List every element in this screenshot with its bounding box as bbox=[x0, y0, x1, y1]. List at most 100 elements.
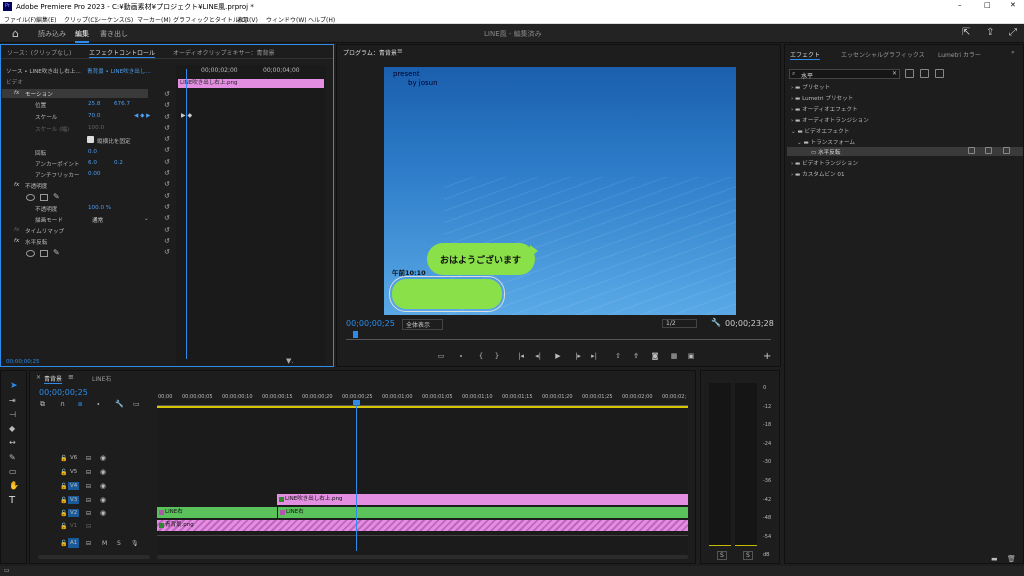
mark-out-icon[interactable]: } bbox=[493, 352, 501, 360]
solo-button[interactable]: S bbox=[117, 540, 121, 547]
eye-icon[interactable]: ◉ bbox=[100, 482, 106, 490]
prop-hflip[interactable]: 水平反転 bbox=[25, 238, 47, 248]
go-to-out-icon[interactable]: ▸| bbox=[590, 352, 598, 360]
step-back-icon[interactable]: ◂| bbox=[534, 352, 542, 360]
tab-sequence-blue[interactable]: 青背景 bbox=[44, 374, 63, 384]
sync-icon[interactable]: ⊟ bbox=[86, 497, 91, 504]
menu-marker[interactable]: マーカー(M) bbox=[137, 15, 171, 24]
track-area[interactable] bbox=[157, 408, 688, 554]
scrubber-playhead[interactable] bbox=[353, 331, 358, 338]
tab-source[interactable]: ソース：(クリップなし) bbox=[7, 48, 71, 57]
add-button[interactable]: + bbox=[763, 351, 771, 362]
lift-icon[interactable]: ⇧ bbox=[614, 352, 622, 360]
track-label-v4[interactable]: V4 bbox=[68, 482, 80, 490]
track-label-v1[interactable]: V1 bbox=[70, 523, 77, 529]
fullscreen-icon[interactable]: ⤢ bbox=[1009, 27, 1017, 38]
camera-icon[interactable]: ◙ bbox=[651, 352, 659, 360]
reset-icon[interactable]: ↺ bbox=[164, 134, 174, 145]
mute-button[interactable]: M bbox=[102, 540, 107, 547]
tree-custom-bin[interactable]: › ▬ カスタムビン 01 bbox=[791, 170, 845, 180]
home-icon[interactable]: ⌂ bbox=[12, 27, 19, 40]
vertical-zoom[interactable] bbox=[38, 555, 150, 559]
minimize-button[interactable]: – bbox=[958, 1, 962, 9]
eye-icon[interactable]: ◉ bbox=[100, 509, 106, 517]
clip-v3-line-bubble[interactable]: LINE吹き出し右上.png bbox=[277, 494, 688, 505]
position-y-value[interactable]: 676.7 bbox=[114, 101, 130, 111]
tree-presets[interactable]: › ▬ プリセット bbox=[791, 83, 830, 93]
hflip-pen-icon[interactable]: ✎ bbox=[53, 248, 60, 257]
lock-icon[interactable]: 🔓 bbox=[60, 523, 67, 530]
reset-icon[interactable]: ↺ bbox=[164, 168, 174, 179]
selected-bubble[interactable] bbox=[389, 276, 505, 312]
antiflicker-value[interactable]: 0.00 bbox=[88, 171, 100, 181]
play-icon[interactable]: ▶ bbox=[554, 352, 562, 360]
ec-timecode[interactable]: 00;00;00;25 bbox=[6, 359, 40, 365]
reset-icon[interactable]: ↺ bbox=[164, 247, 174, 258]
keyframe-nav-icon[interactable]: ◀ ◆ ▶ bbox=[134, 113, 150, 123]
reset-icon[interactable]: ↺ bbox=[164, 236, 174, 247]
track-select-tool-icon[interactable]: ⇥ bbox=[9, 396, 16, 405]
blend-mode-select[interactable]: 通常 bbox=[92, 216, 103, 226]
track-label-v6[interactable]: V6 bbox=[70, 455, 77, 461]
tree-hflip[interactable]: ▭ 水平反転 bbox=[811, 148, 840, 158]
reset-icon[interactable]: ↺ bbox=[164, 89, 174, 100]
close-sequence-icon[interactable]: ✕ bbox=[36, 374, 41, 381]
track-label-v2[interactable]: V2 bbox=[68, 509, 80, 517]
extract-icon[interactable]: ⇮ bbox=[632, 352, 640, 360]
track-label-v5[interactable]: V5 bbox=[70, 469, 77, 475]
pen-mask-icon[interactable]: ✎ bbox=[53, 192, 60, 201]
uniform-scale-checkbox[interactable] bbox=[87, 136, 94, 143]
vr-icon[interactable]: ▣ bbox=[687, 352, 695, 360]
menu-edit[interactable]: 編集(E) bbox=[36, 15, 56, 24]
quality-select[interactable]: 1/2 bbox=[662, 319, 697, 328]
lock-icon[interactable]: 🔓 bbox=[60, 483, 67, 490]
32bit-effects-icon[interactable] bbox=[920, 69, 929, 78]
prop-motion[interactable]: モーション bbox=[25, 90, 53, 100]
fit-select[interactable]: 全体表示 bbox=[402, 319, 444, 330]
timeline-timecode[interactable]: 00;00;00;25 bbox=[39, 388, 88, 397]
timeline-playhead[interactable] bbox=[356, 401, 357, 551]
rotation-value[interactable]: 0.0 bbox=[88, 149, 97, 159]
add-marker-icon[interactable]: ⬩ bbox=[97, 400, 100, 409]
close-button[interactable]: ✕ bbox=[1010, 1, 1016, 9]
clear-search-icon[interactable]: ✕ bbox=[892, 70, 897, 77]
reset-icon[interactable]: ↺ bbox=[164, 202, 174, 213]
clip-v2-line-right-b[interactable]: LINE右 bbox=[278, 507, 688, 518]
lock-icon[interactable]: 🔓 bbox=[60, 540, 67, 547]
yuv-effects-icon[interactable] bbox=[935, 69, 944, 78]
reset-icon[interactable]: ↺ bbox=[164, 225, 174, 236]
ellipse-mask-icon[interactable] bbox=[26, 194, 35, 201]
tree-video-effects[interactable]: ⌄ ▬ ビデオエフェクト bbox=[791, 127, 849, 137]
tab-lumetri-color[interactable]: Lumetri カラー bbox=[938, 50, 981, 59]
reset-icon[interactable]: ↺ bbox=[164, 123, 174, 134]
delete-icon[interactable]: 🗑 bbox=[1007, 555, 1016, 563]
effects-search[interactable]: ⌕ 水平 ✕ bbox=[789, 69, 900, 80]
opacity-value[interactable]: 100.0 % bbox=[88, 205, 111, 215]
accelerated-effects-icon[interactable] bbox=[905, 69, 914, 78]
timeline-wrench-icon[interactable]: 🔧 bbox=[115, 400, 124, 408]
tab-effects[interactable]: エフェクト bbox=[790, 50, 821, 60]
search-input[interactable]: 水平 bbox=[801, 71, 813, 80]
panel-menu-icon[interactable]: ≡ bbox=[397, 47, 403, 55]
tree-audio-transitions[interactable]: › ▬ オーディオトランジション bbox=[791, 116, 869, 126]
pen-tool-icon[interactable]: ✎ bbox=[9, 453, 16, 462]
type-tool-icon[interactable]: T bbox=[9, 495, 15, 506]
tree-audio-effects[interactable]: › ▬ オーディオエフェクト bbox=[791, 105, 858, 115]
tab-import[interactable]: 読み込み bbox=[38, 29, 66, 39]
eye-icon[interactable]: ◉ bbox=[100, 496, 106, 504]
scale-value[interactable]: 70.0 bbox=[88, 113, 100, 123]
captions-icon[interactable]: ▭ bbox=[133, 400, 140, 408]
program-frame[interactable]: present by josun おはようございます 午前10:10 bbox=[384, 67, 736, 315]
sequence-selector[interactable]: 青背景 • LINE吹き出し... bbox=[87, 67, 151, 77]
anchor-y-value[interactable]: 0.2 bbox=[114, 160, 123, 170]
menu-sequence[interactable]: シーケンス(S) bbox=[95, 15, 133, 24]
maximize-button[interactable]: □ bbox=[984, 1, 991, 9]
sync-icon[interactable]: ⊟ bbox=[86, 483, 91, 490]
eye-icon[interactable]: ◉ bbox=[100, 454, 106, 462]
reset-icon[interactable]: ↺ bbox=[164, 157, 174, 168]
reset-icon[interactable]: ↺ bbox=[164, 100, 174, 111]
track-label-v3[interactable]: V3 bbox=[68, 496, 80, 504]
menu-window[interactable]: ウィンドウ(W) bbox=[266, 15, 307, 24]
tree-video-transitions[interactable]: › ▬ ビデオトランジション bbox=[791, 159, 858, 169]
solo-right-button[interactable]: S bbox=[743, 551, 753, 560]
